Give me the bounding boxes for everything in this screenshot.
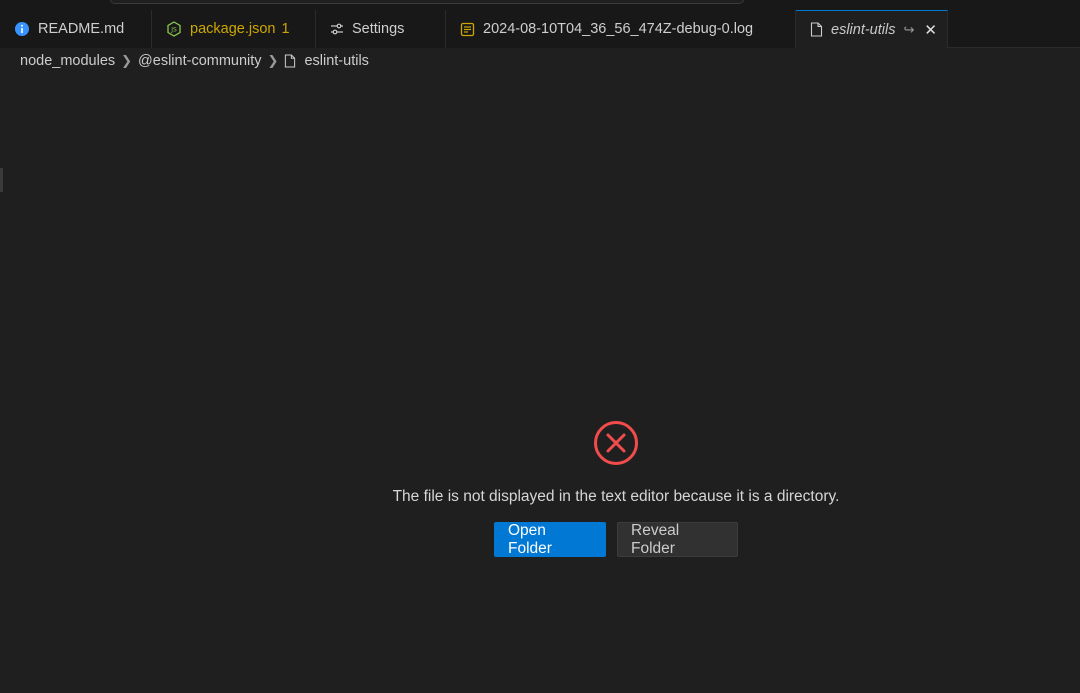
tab-label: README.md	[38, 21, 125, 37]
tab-debug-log[interactable]: 2024-08-10T04_36_56_474Z-debug-0.log	[446, 10, 796, 48]
chevron-right-icon: ❯	[121, 53, 133, 68]
tab-package-json[interactable]: JS package.json 1	[152, 10, 316, 48]
breadcrumb-item[interactable]: @eslint-community	[138, 53, 262, 69]
tab-settings[interactable]: Settings	[316, 10, 446, 48]
breadcrumb-item[interactable]: node_modules	[20, 53, 115, 69]
problem-count-badge: 1	[281, 21, 290, 37]
info-icon	[14, 21, 30, 37]
editor-placeholder: The file is not displayed in the text ed…	[0, 420, 1080, 557]
directory-message: The file is not displayed in the text ed…	[392, 488, 840, 505]
symlink-arrow-icon: ↪	[903, 21, 915, 37]
log-file-icon	[460, 22, 475, 37]
reveal-folder-button[interactable]: Reveal Folder	[617, 522, 738, 557]
file-icon	[810, 22, 823, 37]
tab-readme[interactable]: README.md	[0, 10, 152, 48]
tab-label: 2024-08-10T04_36_56_474Z-debug-0.log	[483, 21, 754, 37]
command-center-edge[interactable]	[110, 0, 744, 4]
tab-label: Settings	[352, 21, 405, 37]
tab-eslint-utils[interactable]: eslint-utils ↪ ✕	[796, 10, 948, 48]
tab-label: package.json	[190, 21, 276, 37]
action-buttons: Open Folder Reveal Folder	[494, 522, 738, 557]
nodejs-icon: JS	[166, 21, 182, 37]
breadcrumb: node_modules ❯ @eslint-community ❯ eslin…	[20, 52, 369, 70]
breadcrumb-item[interactable]: eslint-utils	[304, 53, 368, 69]
file-icon	[284, 54, 296, 68]
open-folder-button[interactable]: Open Folder	[494, 522, 606, 557]
chevron-right-icon: ❯	[267, 53, 279, 68]
window-top-strip	[0, 0, 1080, 10]
error-icon	[594, 421, 638, 465]
close-icon[interactable]: ✕	[924, 21, 937, 39]
editor-tab-bar: README.md JS package.json 1 Settings 202…	[0, 10, 1080, 48]
tab-label: eslint-utils	[831, 21, 896, 38]
settings-sliders-icon	[330, 22, 344, 36]
sash-handle[interactable]	[0, 168, 3, 192]
svg-text:JS: JS	[170, 27, 177, 34]
